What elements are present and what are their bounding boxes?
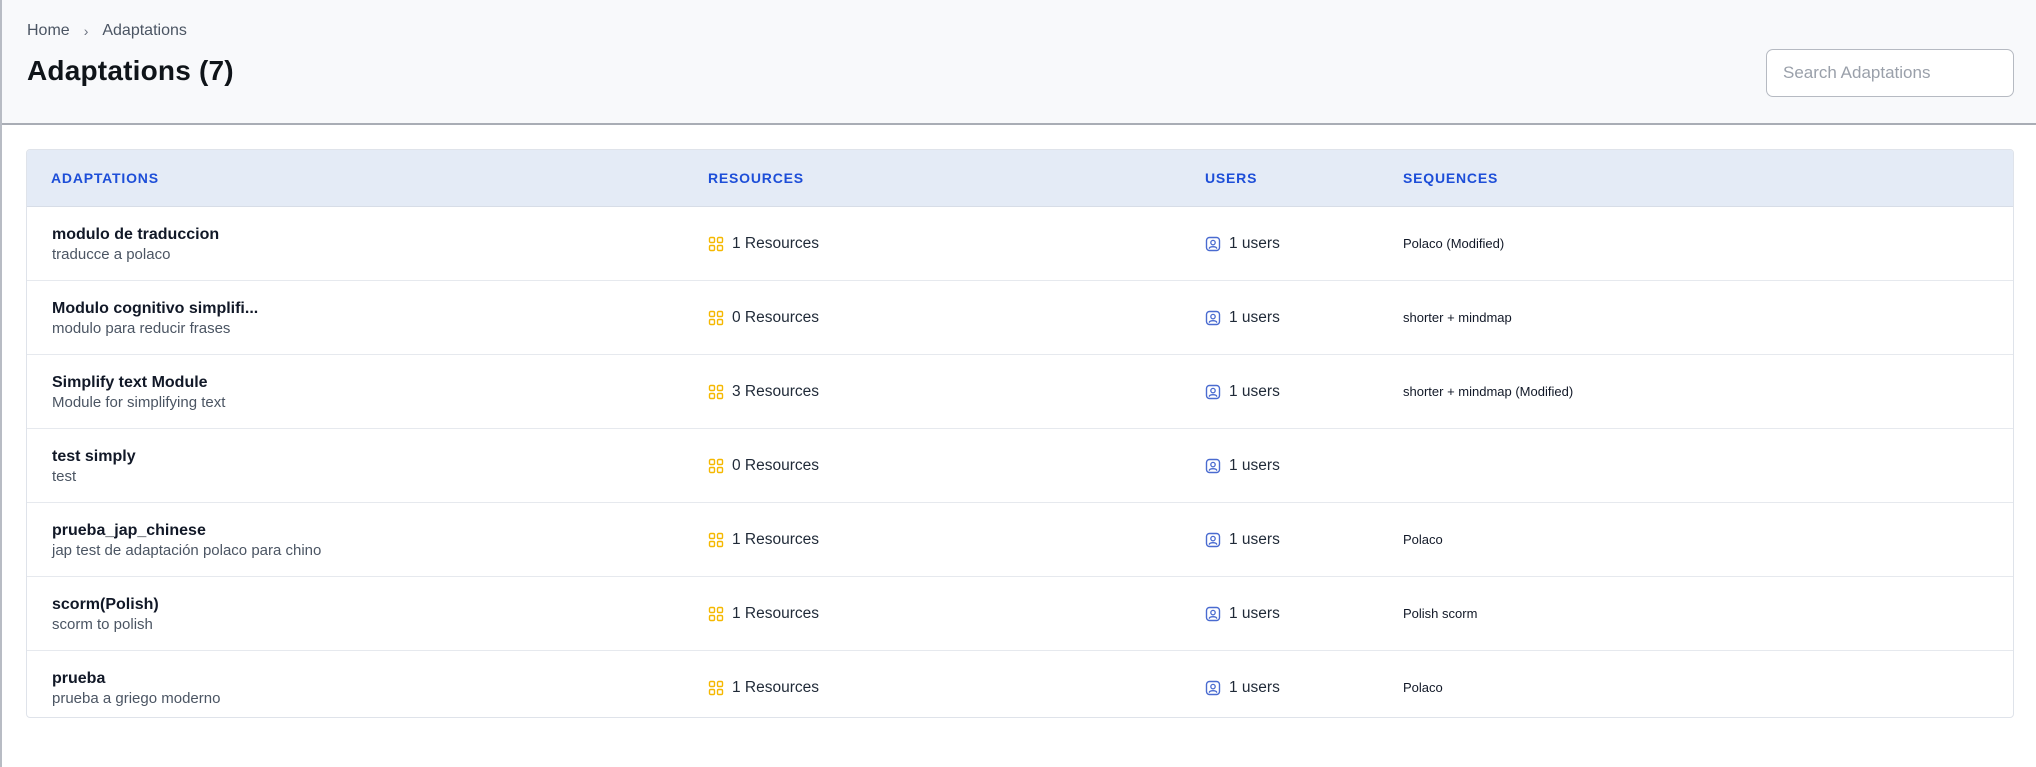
adaptation-name[interactable]: Modulo cognitivo simplifi... [52,299,652,319]
column-header-sequences[interactable]: SEQUENCES [1403,170,1498,186]
users-count: 1 users [1229,605,1280,622]
adaptation-cell: scorm(Polish) scorm to polish [52,595,652,635]
adaptation-name[interactable]: test simply [52,447,652,467]
breadcrumb-home-link[interactable]: Home [27,22,70,40]
adaptation-cell: test simply test [52,447,652,487]
adaptation-description: jap test de adaptación polaco para chino [52,542,322,559]
table-row[interactable]: prueba_jap_chinese jap test de adaptació… [27,503,2013,577]
resources-cell: 0 Resources [708,456,819,476]
user-badge-icon [1205,310,1221,326]
resources-cell: 1 Resources [708,678,819,698]
adaptation-description: traducce a polaco [52,246,171,263]
users-cell: 1 users [1205,678,1280,698]
user-badge-icon [1205,458,1221,474]
adaptation-name[interactable]: Simplify text Module [52,373,652,393]
page-header: Home › Adaptations Adaptations (7) [2,0,2036,125]
search-input[interactable] [1766,49,2014,97]
resources-cell: 1 Resources [708,604,819,624]
resources-count: 1 Resources [732,235,820,252]
adaptation-description: modulo para reducir frases [52,320,231,337]
breadcrumb: Home › Adaptations [27,21,187,41]
users-count: 1 users [1229,235,1280,252]
resources-count: 0 Resources [732,457,820,474]
adaptation-name[interactable]: prueba [52,669,652,689]
users-count: 1 users [1229,309,1280,326]
user-badge-icon [1205,384,1221,400]
user-badge-icon [1205,680,1221,696]
users-cell: 1 users [1205,382,1280,402]
table-row[interactable]: Modulo cognitivo simplifi... modulo para… [27,281,2013,355]
resources-count: 3 Resources [732,383,820,400]
table-row[interactable]: Simplify text Module Module for simplify… [27,355,2013,429]
page-title: Adaptations (7) [27,55,234,86]
sequence-cell: shorter + mindmap [1403,310,1512,325]
sequence-cell: shorter + mindmap (Modified) [1403,384,1574,399]
column-header-adaptations[interactable]: ADAPTATIONS [51,170,159,186]
table-row[interactable]: prueba prueba a griego moderno 1 Resourc… [27,651,2013,717]
adaptation-cell: prueba_jap_chinese jap test de adaptació… [52,521,652,561]
grid-icon [708,310,724,326]
resources-count: 1 Resources [732,531,820,548]
users-cell: 1 users [1205,456,1280,476]
table-row[interactable]: test simply test 0 Resources 1 users [27,429,2013,503]
adaptation-cell: Simplify text Module Module for simplify… [52,373,652,413]
users-count: 1 users [1229,383,1280,400]
grid-icon [708,532,724,548]
users-count: 1 users [1229,679,1280,696]
adaptation-name[interactable]: prueba_jap_chinese [52,521,652,541]
adaptation-cell: modulo de traduccion traducce a polaco [52,225,652,265]
adaptation-description: prueba a griego moderno [52,690,221,707]
chevron-right-icon: › [83,23,89,39]
resources-count: 0 Resources [732,309,820,326]
users-cell: 1 users [1205,308,1280,328]
grid-icon [708,458,724,474]
column-header-users[interactable]: USERS [1205,170,1257,186]
adaptation-cell: prueba prueba a griego moderno [52,669,652,709]
sequence-cell: Polaco [1403,532,1443,547]
table-row[interactable]: scorm(Polish) scorm to polish 1 Resource… [27,577,2013,651]
grid-icon [708,384,724,400]
adaptation-name[interactable]: scorm(Polish) [52,595,652,615]
resources-count: 1 Resources [732,605,820,622]
table-row[interactable]: modulo de traduccion traducce a polaco 1… [27,207,2013,281]
breadcrumb-current: Adaptations [102,22,187,39]
user-badge-icon [1205,532,1221,548]
adaptation-description: Module for simplifying text [52,394,226,411]
resources-cell: 1 Resources [708,530,819,550]
user-badge-icon [1205,606,1221,622]
adaptation-description: test [52,468,77,485]
column-header-resources[interactable]: RESOURCES [708,170,804,186]
users-cell: 1 users [1205,530,1280,550]
sequence-cell: Polaco (Modified) [1403,236,1505,251]
table-header: ADAPTATIONS RESOURCES USERS SEQUENCES [27,150,2013,207]
sequence-cell: Polaco [1403,680,1443,695]
grid-icon [708,606,724,622]
sequence-cell: Polish scorm [1403,606,1478,621]
resources-cell: 1 Resources [708,234,819,254]
user-badge-icon [1205,236,1221,252]
adaptation-description: scorm to polish [52,616,153,633]
users-count: 1 users [1229,457,1280,474]
grid-icon [708,680,724,696]
users-count: 1 users [1229,531,1280,548]
users-cell: 1 users [1205,234,1280,254]
resources-cell: 3 Resources [708,382,819,402]
adaptation-cell: Modulo cognitivo simplifi... modulo para… [52,299,652,339]
grid-icon [708,236,724,252]
adaptation-name[interactable]: modulo de traduccion [52,225,652,245]
users-cell: 1 users [1205,604,1280,624]
adaptations-table: ADAPTATIONS RESOURCES USERS SEQUENCES mo… [26,149,2014,718]
table-body: modulo de traduccion traducce a polaco 1… [27,207,2013,717]
resources-cell: 0 Resources [708,308,819,328]
resources-count: 1 Resources [732,679,820,696]
